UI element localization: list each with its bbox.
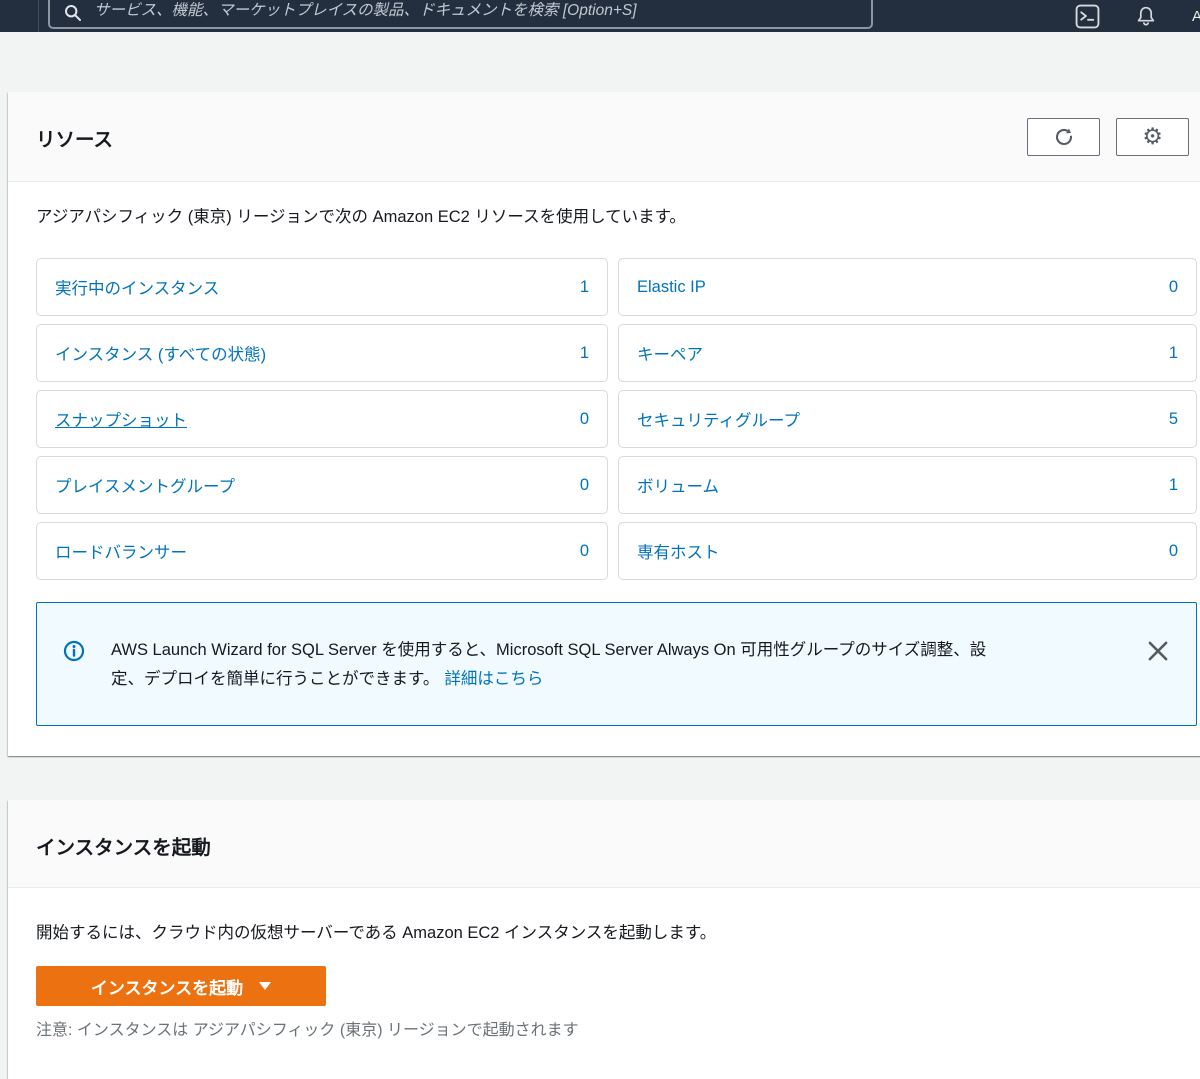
resource-tile: プレイスメントグループ 0 bbox=[36, 456, 608, 514]
resource-count[interactable]: 0 bbox=[1169, 278, 1178, 297]
banner-message: AWS Launch Wizard for SQL Server を使用すると、… bbox=[111, 641, 987, 688]
launch-card-title: インスタンスを起動 bbox=[36, 837, 211, 859]
resource-count[interactable]: 1 bbox=[1169, 344, 1178, 363]
nav-divider bbox=[38, 0, 39, 32]
resource-tile: ボリューム 1 bbox=[618, 456, 1197, 514]
resource-link[interactable]: 専有ホスト bbox=[637, 539, 720, 563]
resource-link[interactable]: ロードバランサー bbox=[55, 539, 187, 563]
resource-tiles-right-column: Elastic IP 0 キーペア 1 セキュリティグループ 5 ボリューム 1… bbox=[618, 258, 1197, 580]
notifications-button[interactable] bbox=[1134, 4, 1158, 29]
launch-instance-button[interactable]: インスタンスを起動 bbox=[36, 966, 326, 1006]
launch-card-header: インスタンスを起動 bbox=[8, 800, 1200, 888]
resource-link[interactable]: Elastic IP bbox=[637, 278, 706, 297]
info-icon bbox=[63, 640, 85, 667]
account-menu[interactable]: Ad bbox=[1192, 8, 1200, 25]
gear-icon: ⚙ bbox=[1142, 123, 1163, 150]
global-search-box[interactable] bbox=[48, 0, 873, 29]
banner-learn-more-link[interactable]: 詳細はこちら bbox=[444, 670, 543, 688]
resource-tile: Elastic IP 0 bbox=[618, 258, 1197, 316]
resource-link[interactable]: キーペア bbox=[637, 341, 703, 365]
resource-count[interactable]: 0 bbox=[580, 476, 589, 495]
settings-button[interactable]: ⚙ bbox=[1116, 118, 1189, 156]
resource-count[interactable]: 5 bbox=[1169, 410, 1178, 429]
resource-link[interactable]: 実行中のインスタンス bbox=[55, 275, 219, 299]
resource-link[interactable]: プレイスメントグループ bbox=[55, 473, 235, 497]
region-usage-text: アジアパシフィック (東京) リージョンで次の Amazon EC2 リソースを… bbox=[36, 208, 686, 226]
resource-tile: スナップショット 0 bbox=[36, 390, 608, 448]
resources-card-header: リソース ⚙ bbox=[8, 92, 1200, 182]
chevron-down-icon bbox=[259, 982, 272, 990]
resource-tiles-grid: 実行中のインスタンス 1 インスタンス (すべての状態) 1 スナップショット … bbox=[36, 258, 1197, 580]
search-input[interactable] bbox=[94, 0, 859, 22]
resource-link[interactable]: セキュリティグループ bbox=[637, 407, 800, 431]
resource-count[interactable]: 0 bbox=[1169, 542, 1178, 561]
bell-icon bbox=[1137, 6, 1155, 25]
banner-text: AWS Launch Wizard for SQL Server を使用すると、… bbox=[111, 636, 991, 694]
launch-wizard-info-banner: AWS Launch Wizard for SQL Server を使用すると、… bbox=[36, 602, 1197, 726]
refresh-icon bbox=[1055, 128, 1072, 146]
resource-tile: キーペア 1 bbox=[618, 324, 1197, 382]
resource-link[interactable]: ボリューム bbox=[637, 473, 719, 497]
resources-card: リソース ⚙ アジアパシフィック (東京) リージョンで次の Amazon EC… bbox=[8, 92, 1200, 756]
resource-count[interactable]: 0 bbox=[580, 542, 589, 561]
search-icon bbox=[64, 4, 82, 22]
resource-link[interactable]: インスタンス (すべての状態) bbox=[55, 341, 266, 365]
resource-count[interactable]: 1 bbox=[580, 344, 589, 363]
resource-link[interactable]: スナップショット bbox=[55, 407, 187, 431]
resource-tiles-left-column: 実行中のインスタンス 1 インスタンス (すべての状態) 1 スナップショット … bbox=[36, 258, 608, 580]
resource-count[interactable]: 1 bbox=[1169, 476, 1178, 495]
refresh-button[interactable] bbox=[1027, 118, 1100, 156]
close-icon bbox=[1148, 641, 1168, 661]
launch-button-label: インスタンスを起動 bbox=[90, 978, 244, 998]
resource-tile: ロードバランサー 0 bbox=[36, 522, 608, 580]
top-navigation-bar: Ad bbox=[0, 0, 1200, 32]
resource-count[interactable]: 1 bbox=[580, 278, 589, 297]
resource-tile: 専有ホスト 0 bbox=[618, 522, 1197, 580]
resource-tile: 実行中のインスタンス 1 bbox=[36, 258, 608, 316]
banner-close-button[interactable] bbox=[1146, 639, 1170, 663]
resource-tile: インスタンス (すべての状態) 1 bbox=[36, 324, 608, 382]
launch-description: 開始するには、クラウド内の仮想サーバーである Amazon EC2 インスタンス… bbox=[36, 924, 717, 942]
launch-region-note: 注意: インスタンスは アジアパシフィック (東京) リージョンで起動されます bbox=[36, 1022, 579, 1039]
launch-instance-card: インスタンスを起動 開始するには、クラウド内の仮想サーバーである Amazon … bbox=[8, 800, 1200, 1079]
resources-title: リソース bbox=[36, 129, 114, 151]
resource-count[interactable]: 0 bbox=[580, 410, 589, 429]
cloudshell-icon bbox=[1075, 4, 1100, 28]
cloudshell-button[interactable] bbox=[1075, 4, 1100, 29]
resource-tile: セキュリティグループ 5 bbox=[618, 390, 1197, 448]
